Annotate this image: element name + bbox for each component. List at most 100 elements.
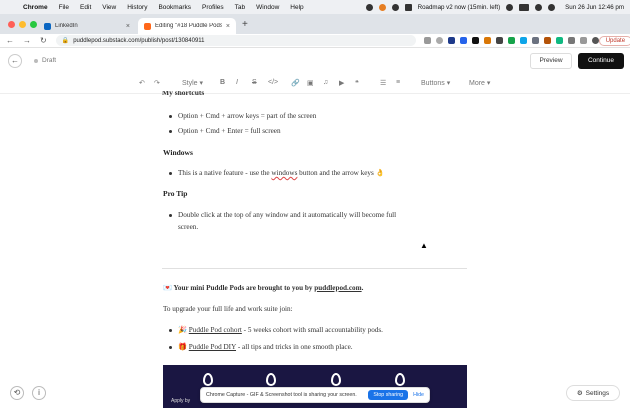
emoji-icon: 🎁	[178, 343, 189, 351]
list-item[interactable]: Option + Cmd + Enter = full screen	[178, 125, 281, 137]
back-icon[interactable]: ←	[6, 34, 14, 48]
reload-icon[interactable]: ↻	[40, 34, 47, 48]
status-icon[interactable]	[378, 3, 386, 11]
sidebar-icon[interactable]	[579, 37, 587, 44]
extension-icon[interactable]	[531, 37, 539, 44]
bullet-icon	[169, 214, 172, 217]
italic-icon[interactable]: I	[236, 79, 238, 86]
profile-avatar[interactable]	[591, 37, 599, 44]
misspelled-word[interactable]: windows	[271, 169, 297, 177]
search-icon[interactable]	[535, 3, 543, 11]
update-button[interactable]: Update	[598, 35, 630, 46]
extension-icon[interactable]	[555, 37, 563, 44]
share-icon[interactable]	[423, 37, 431, 44]
minimize-window-icon[interactable]	[19, 21, 26, 28]
extension-icon[interactable]	[519, 37, 527, 44]
emoji-icon: 🎉	[178, 326, 189, 334]
diy-link[interactable]: Puddle Pod DIY	[189, 343, 236, 351]
list-item[interactable]: This is a native feature - use the windo…	[178, 167, 385, 179]
section-heading[interactable]: Pro Tip	[163, 189, 187, 198]
control-center-icon[interactable]	[548, 3, 556, 11]
menu-edit[interactable]: Edit	[80, 4, 91, 11]
extension-icon[interactable]	[471, 37, 479, 44]
editor-toolbar: ↶ ↷ Style ▾ B I S </> 🔗 ▣ ♫ ▶ ❝ ☰ ≡ Butt…	[0, 76, 630, 94]
list-item[interactable]: 🎉 Puddle Pod cohort - 5 weeks cohort wit…	[178, 324, 383, 336]
new-tab-icon[interactable]: +	[242, 19, 248, 30]
forward-icon[interactable]: →	[23, 34, 31, 48]
substack-icon	[144, 22, 151, 30]
menu-window[interactable]: Window	[256, 4, 279, 11]
close-tab-icon[interactable]: ×	[126, 23, 130, 30]
bullet-icon	[169, 115, 172, 118]
undo-icon[interactable]: ↶	[139, 79, 145, 87]
code-icon[interactable]: </>	[268, 79, 278, 86]
list-item[interactable]: 🎁 Puddle Pod DIY - all tips and tricks i…	[178, 341, 353, 353]
menu-file[interactable]: File	[59, 4, 69, 11]
buttons-dropdown[interactable]: Buttons ▾	[421, 79, 450, 87]
menu-view[interactable]: View	[102, 4, 116, 11]
history-icon[interactable]: ⟲	[10, 386, 24, 400]
tab-substack-editor[interactable]: Editing "#18 Puddle Pods - Lo... ×	[138, 18, 236, 34]
puzzle-icon[interactable]	[567, 37, 575, 44]
menu-tab[interactable]: Tab	[235, 4, 245, 11]
more-dropdown[interactable]: More ▾	[469, 79, 490, 87]
battery-icon[interactable]	[519, 3, 530, 11]
url-field[interactable]: 🔒 puddlepod.substack.com/publish/post/13…	[55, 35, 416, 46]
image-caption: Apply by	[171, 398, 191, 404]
status-icon[interactable]	[365, 3, 373, 11]
bold-icon[interactable]: B	[220, 79, 225, 86]
menu-help[interactable]: Help	[290, 4, 303, 11]
promo-line[interactable]: 💌 Your mini Puddle Pods are brought to y…	[163, 282, 363, 294]
tab-strip: LinkedIn × Editing "#18 Puddle Pods - Lo…	[0, 14, 630, 34]
calendar-reminder[interactable]: Roadmap v2 now (15min. left)	[418, 4, 501, 11]
preview-button[interactable]: Preview	[530, 53, 572, 69]
zoom-window-icon[interactable]	[30, 21, 37, 28]
extension-icon[interactable]	[543, 37, 551, 44]
link-icon[interactable]: 🔗	[291, 79, 300, 87]
tab-linkedin[interactable]: LinkedIn ×	[38, 18, 136, 34]
bullet-list-icon[interactable]: ☰	[380, 79, 386, 87]
menu-bookmarks[interactable]: Bookmarks	[158, 4, 191, 11]
list-item[interactable]: Option + Cmd + arrow keys = part of the …	[178, 110, 316, 122]
image-icon[interactable]: ▣	[307, 79, 314, 87]
cohort-link[interactable]: Puddle Pod cohort	[189, 326, 242, 334]
hide-button[interactable]: Hide	[413, 392, 424, 398]
continue-button[interactable]: Continue	[578, 53, 624, 69]
list-item[interactable]: Double click at the top of any window an…	[178, 209, 396, 221]
style-dropdown[interactable]: Style ▾	[182, 79, 203, 87]
menu-history[interactable]: History	[127, 4, 147, 11]
bullet-icon	[169, 130, 172, 133]
lock-icon[interactable]: 🔒	[62, 37, 69, 44]
calendar-icon[interactable]	[404, 3, 412, 11]
strikethrough-icon[interactable]: S	[252, 79, 257, 86]
settings-button[interactable]: ⚙ Settings	[566, 385, 620, 401]
numbered-list-icon[interactable]: ≡	[396, 79, 400, 86]
menu-clock[interactable]: Sun 26 Jun 12:46 pm	[565, 4, 624, 11]
bookmark-star-icon[interactable]	[435, 37, 443, 44]
extension-icon[interactable]	[507, 37, 515, 44]
status-icon[interactable]	[391, 3, 399, 11]
extension-icon[interactable]	[483, 37, 491, 44]
extension-icon[interactable]	[459, 37, 467, 44]
section-heading[interactable]: Windows	[163, 148, 193, 157]
extension-icon[interactable]	[447, 37, 455, 44]
video-icon[interactable]: ▶	[339, 79, 344, 87]
puddlepod-link[interactable]: puddlepod.com	[314, 284, 361, 292]
menu-profiles[interactable]: Profiles	[202, 4, 224, 11]
wifi-icon[interactable]	[506, 3, 514, 11]
close-window-icon[interactable]	[8, 21, 15, 28]
info-icon[interactable]: i	[32, 386, 46, 400]
promo-text: 💌 Your mini Puddle Pods are brought to y…	[163, 284, 315, 292]
quote-icon[interactable]: ❝	[355, 79, 359, 87]
close-tab-icon[interactable]: ×	[226, 23, 230, 30]
settings-label: Settings	[585, 389, 610, 397]
list-item-continuation[interactable]: screen.	[178, 221, 198, 233]
upgrade-line[interactable]: To upgrade your full life and work suite…	[163, 303, 293, 315]
extension-icon[interactable]	[495, 37, 503, 44]
audio-icon[interactable]: ♫	[323, 79, 328, 86]
back-arrow-icon[interactable]: ←	[8, 54, 22, 68]
stop-sharing-button[interactable]: Stop sharing	[368, 390, 409, 400]
menu-app-chrome[interactable]: Chrome	[23, 4, 48, 11]
redo-icon[interactable]: ↷	[154, 79, 160, 87]
apple-icon[interactable]	[6, 3, 15, 12]
